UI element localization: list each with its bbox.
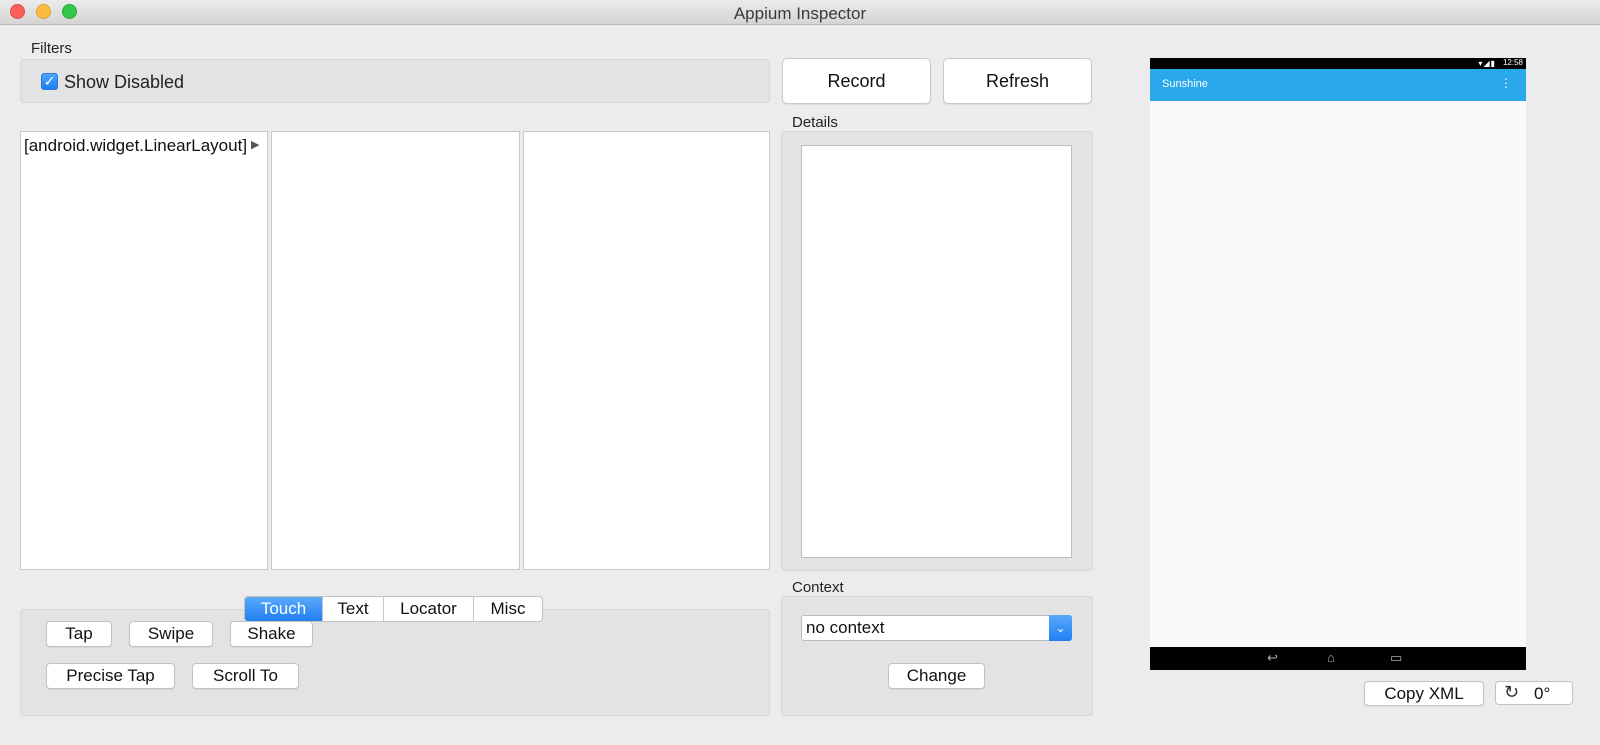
swipe-button[interactable]: Swipe bbox=[129, 621, 213, 647]
device-status-time: 12:58 bbox=[1502, 58, 1523, 67]
tab-misc[interactable]: Misc bbox=[474, 597, 542, 621]
rotate-icon: ↻ bbox=[1504, 682, 1520, 702]
show-disabled-label[interactable]: Show Disabled bbox=[64, 72, 184, 93]
element-browser-column-1[interactable]: [android.widget.LinearLayout] ▶ bbox=[20, 131, 268, 570]
shake-button[interactable]: Shake bbox=[230, 621, 313, 647]
device-app-title: Sunshine bbox=[1162, 78, 1208, 90]
context-group bbox=[781, 596, 1093, 716]
chevron-down-icon[interactable]: ⌄ bbox=[1049, 615, 1072, 641]
precise-tap-button[interactable]: Precise Tap bbox=[46, 663, 175, 689]
device-nav-bar: ↩ ⌂ ▭ bbox=[1150, 647, 1526, 670]
title-bar: Appium Inspector bbox=[0, 0, 1600, 25]
disclosure-arrow-icon: ▶ bbox=[251, 139, 260, 151]
tab-text[interactable]: Text bbox=[323, 597, 384, 621]
action-tabs: Touch Text Locator Misc bbox=[244, 596, 543, 622]
details-label: Details bbox=[792, 114, 838, 131]
element-browser-column-2[interactable] bbox=[271, 131, 520, 570]
filters-label: Filters bbox=[31, 40, 72, 57]
home-icon[interactable]: ⌂ bbox=[1327, 650, 1335, 665]
scroll-to-button[interactable]: Scroll To bbox=[192, 663, 299, 689]
device-app-bar[interactable]: Sunshine ⋮ bbox=[1150, 69, 1526, 101]
inspector-window: Filters ✓ Show Disabled Record Refresh [… bbox=[0, 25, 1600, 745]
element-browser-column-3[interactable] bbox=[523, 131, 770, 570]
rotation-value: 0° bbox=[1534, 684, 1551, 703]
rotate-button[interactable]: ↻ 0° bbox=[1495, 681, 1573, 705]
show-disabled-checkbox[interactable]: ✓ bbox=[41, 73, 58, 90]
record-button[interactable]: Record bbox=[782, 58, 931, 104]
tree-item-linear-layout[interactable]: [android.widget.LinearLayout] bbox=[24, 136, 247, 156]
copy-xml-button[interactable]: Copy XML bbox=[1364, 681, 1484, 706]
back-icon[interactable]: ↩ bbox=[1267, 650, 1278, 666]
details-text-area[interactable] bbox=[801, 145, 1072, 558]
refresh-button[interactable]: Refresh bbox=[943, 58, 1092, 104]
device-status-bar: ▾◢▮ 12:58 bbox=[1150, 58, 1526, 69]
tap-button[interactable]: Tap bbox=[46, 621, 112, 647]
signal-battery-icon: ▾◢▮ bbox=[1478, 59, 1496, 68]
change-context-button[interactable]: Change bbox=[888, 663, 985, 689]
device-screenshot[interactable]: ▾◢▮ 12:58 Sunshine ⋮ ↩ ⌂ ▭ bbox=[1150, 58, 1526, 670]
context-label: Context bbox=[792, 579, 844, 596]
tab-locator[interactable]: Locator bbox=[384, 597, 474, 621]
window-title: Appium Inspector bbox=[733, 4, 867, 23]
tab-touch[interactable]: Touch bbox=[245, 597, 323, 621]
context-select-value: no context bbox=[806, 618, 885, 637]
vertical-dots-icon[interactable]: ⋮ bbox=[1500, 76, 1512, 90]
recents-icon[interactable]: ▭ bbox=[1390, 650, 1402, 666]
filters-group: ✓ Show Disabled bbox=[20, 59, 770, 103]
context-select[interactable]: no context ⌄ bbox=[801, 615, 1072, 641]
